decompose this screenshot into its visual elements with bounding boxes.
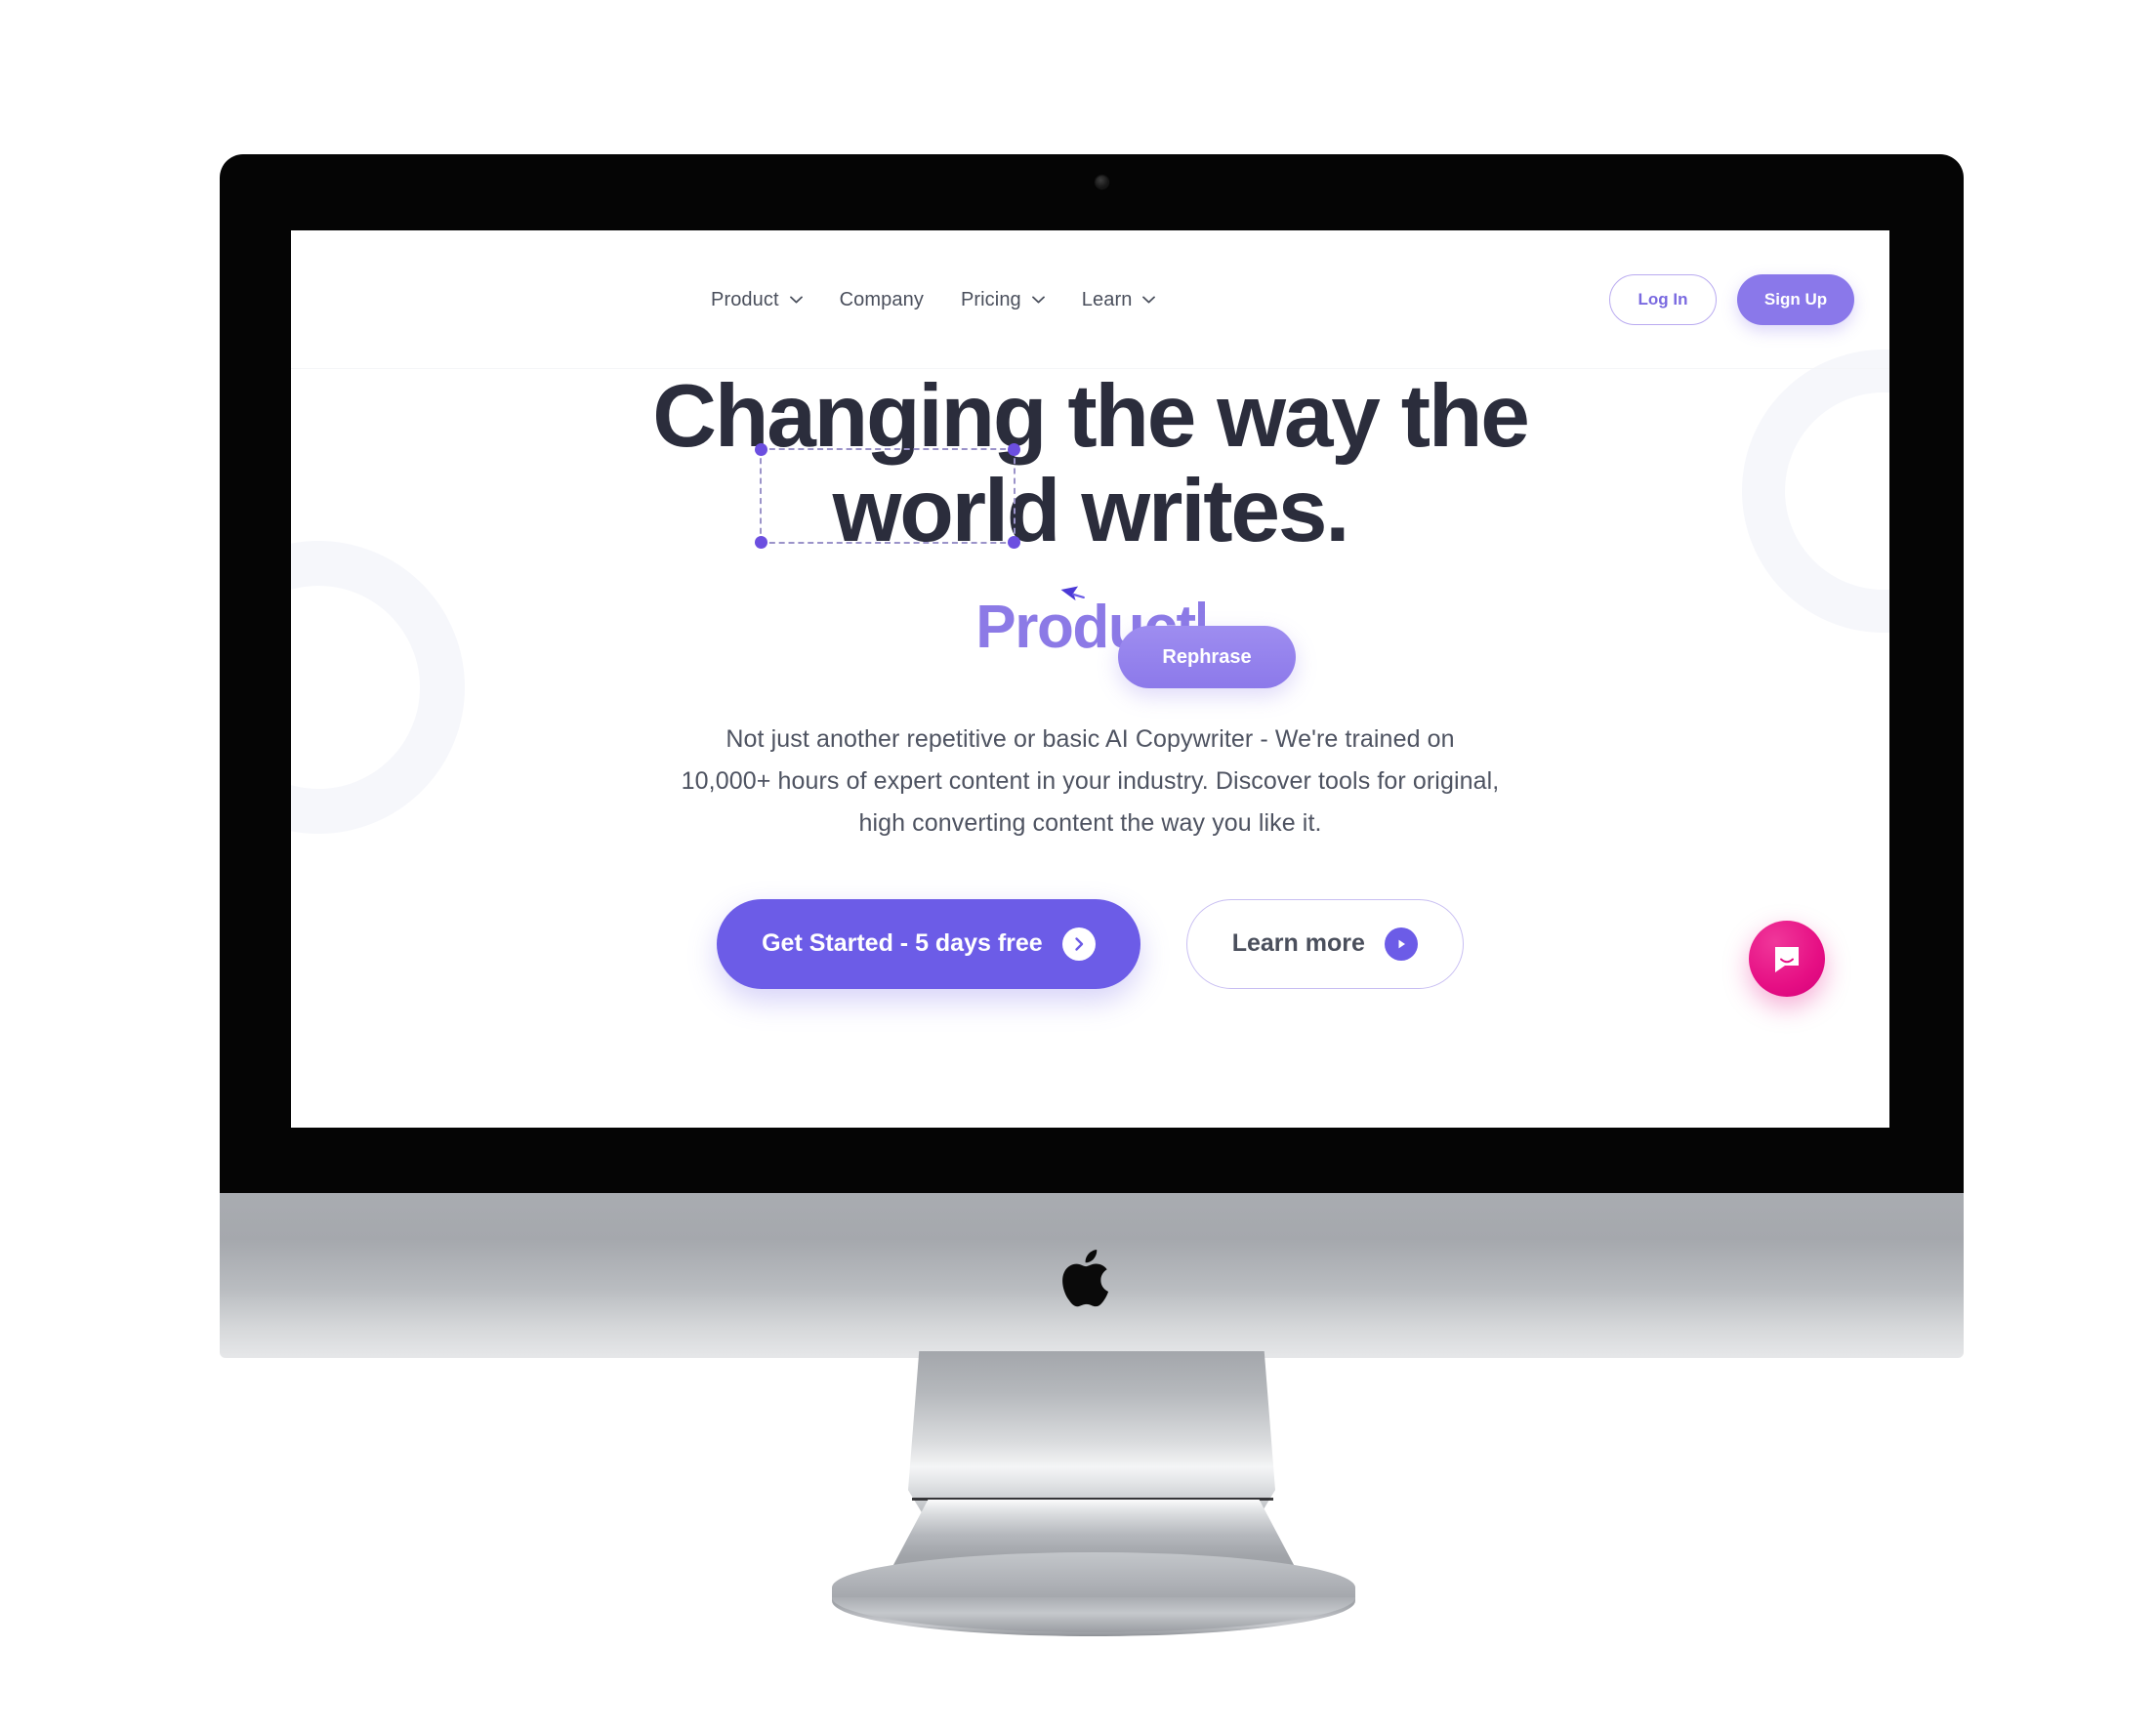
landing-page: Product Company Pricing Learn Log In Sig… — [291, 230, 1889, 1128]
nav-item-product-label: Product — [711, 288, 779, 310]
learn-more-label: Learn more — [1231, 929, 1365, 958]
page-title: Changing the way the world writes. Rephr… — [291, 367, 1889, 689]
hero-cta-row: Get Started - 5 days free Learn more — [291, 898, 1889, 989]
login-button[interactable]: Log In — [1609, 274, 1717, 325]
nav-item-learn[interactable]: Learn — [1082, 289, 1156, 311]
rephrase-button[interactable]: Rephrase — [1118, 626, 1296, 689]
chat-bubble-icon — [1775, 947, 1799, 972]
headline-selected-word: writes. — [1081, 462, 1349, 561]
nav-item-learn-label: Learn — [1081, 288, 1133, 310]
selection-handle-bottom-left[interactable] — [755, 536, 767, 550]
nav-item-company[interactable]: Company — [840, 289, 924, 311]
nav-links: Product Company Pricing Learn — [711, 230, 1156, 369]
webcam-icon — [1096, 176, 1108, 188]
screenshot-stage: Product Company Pricing Learn Log In Sig… — [0, 0, 2156, 1730]
signup-button[interactable]: Sign Up — [1737, 274, 1854, 325]
nav-item-pricing-label: Pricing — [960, 288, 1021, 310]
get-started-label: Get Started - 5 days free — [762, 929, 1043, 958]
nav-auth-actions: Log In Sign Up — [1609, 230, 1854, 369]
site-header: Product Company Pricing Learn Log In Sig… — [291, 230, 1889, 369]
hero-description: Not just another repetitive or basic AI … — [681, 724, 1500, 837]
learn-more-button[interactable]: Learn more — [1185, 898, 1464, 989]
imac-stand-base-front — [832, 1597, 1355, 1632]
apple-logo-icon — [1059, 1242, 1120, 1314]
chevron-down-icon — [1031, 296, 1045, 304]
headline-line-1: Changing the way the — [652, 367, 1530, 466]
hero-section: Changing the way the world writes. Rephr… — [291, 369, 1889, 989]
play-circle-icon — [1384, 927, 1418, 961]
get-started-button[interactable]: Get Started - 5 days free — [717, 898, 1140, 989]
nav-item-company-label: Company — [839, 288, 924, 310]
nav-item-product[interactable]: Product — [711, 289, 803, 311]
nav-item-pricing[interactable]: Pricing — [961, 289, 1045, 311]
imac-screen: Product Company Pricing Learn Log In Sig… — [291, 230, 1889, 1128]
headline-line-2-prefix: world — [832, 462, 1082, 561]
chat-launcher-button[interactable] — [1749, 921, 1825, 997]
chevron-down-icon — [789, 296, 803, 304]
mouse-cursor-icon — [1060, 586, 1085, 601]
chevron-right-circle-icon — [1061, 927, 1096, 961]
headline-line-2: world writes. Rephrase — [291, 443, 1889, 689]
chevron-down-icon — [1142, 296, 1156, 304]
